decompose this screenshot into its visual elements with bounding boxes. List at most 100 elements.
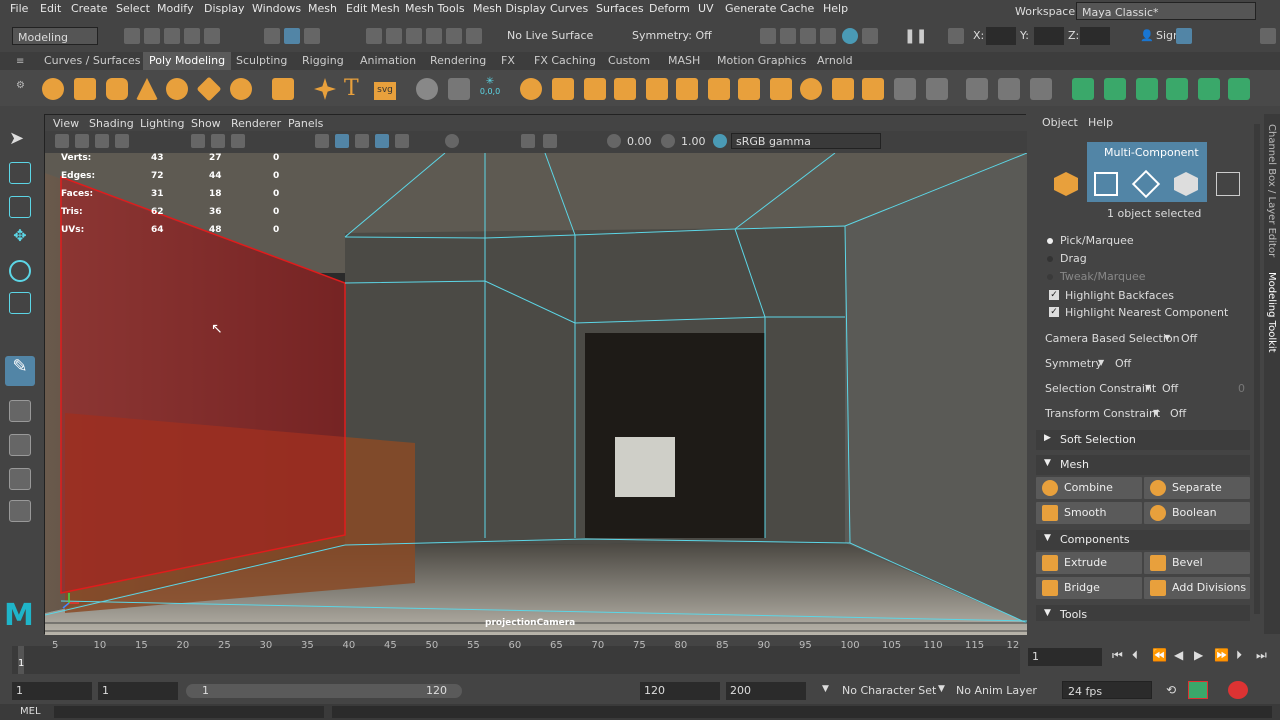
select-component-icon[interactable] xyxy=(304,28,320,44)
combine-button[interactable]: Combine xyxy=(1036,477,1142,499)
viewport-menu-renderer[interactable]: Renderer xyxy=(231,117,281,130)
menu-select[interactable]: Select xyxy=(116,2,150,15)
backfaces-checkbox[interactable]: ✓ xyxy=(1049,290,1059,300)
lasso-tool-icon[interactable] xyxy=(9,162,31,184)
wireframe-on-shaded-icon[interactable] xyxy=(355,134,369,148)
camera-attr-icon[interactable] xyxy=(75,134,89,148)
anim-start-field[interactable]: 1 xyxy=(98,682,178,700)
smooth-shade-icon[interactable] xyxy=(335,134,349,148)
bridge-button[interactable]: Bridge xyxy=(1036,577,1142,599)
pick-marquee-label[interactable]: Pick/Marquee xyxy=(1060,234,1134,247)
render-icon[interactable] xyxy=(780,28,796,44)
viewport-menu-panels[interactable]: Panels xyxy=(288,117,323,130)
separate-icon[interactable] xyxy=(552,78,574,100)
snap-surface-icon[interactable] xyxy=(446,28,462,44)
selection-constraint-arrow-icon[interactable]: ▼ xyxy=(1145,383,1151,392)
mirror-icon[interactable] xyxy=(448,78,470,100)
character-set-icon[interactable]: ▼ xyxy=(822,684,829,694)
attribute-editor-toggle-icon[interactable] xyxy=(1260,28,1276,44)
scale-tool-icon[interactable] xyxy=(9,292,31,314)
character-set-dropdown[interactable]: No Character Set xyxy=(842,684,936,697)
transform-mode-icon[interactable] xyxy=(948,28,964,44)
viewport-menu-lighting[interactable]: Lighting xyxy=(140,117,184,130)
anim-end-field[interactable]: 200 xyxy=(726,682,806,700)
menu-mesh-display[interactable]: Mesh Display xyxy=(473,2,546,15)
hypershade-icon[interactable] xyxy=(842,28,858,44)
shelf-tab-fx-caching[interactable]: FX Caching xyxy=(528,52,602,70)
start-time-field[interactable]: 1 xyxy=(12,682,92,700)
uv-editor-icon[interactable] xyxy=(1072,78,1094,100)
menu-edit[interactable]: Edit xyxy=(40,2,61,15)
mel-label[interactable]: MEL xyxy=(20,706,41,717)
average-vertices-icon[interactable] xyxy=(676,78,698,100)
viewport-menu-shading[interactable]: Shading xyxy=(89,117,134,130)
planar-map-icon[interactable] xyxy=(1104,78,1126,100)
ipr-render-icon[interactable] xyxy=(800,28,816,44)
menu-file[interactable]: File xyxy=(10,2,28,15)
highlight-backfaces-label[interactable]: Highlight Backfaces xyxy=(1065,289,1174,302)
lights-icon[interactable] xyxy=(395,134,409,148)
snap-live-icon[interactable] xyxy=(466,28,482,44)
x-field[interactable] xyxy=(986,27,1016,45)
snap-grid-icon[interactable] xyxy=(366,28,382,44)
tab-channel-box[interactable]: Channel Box / Layer Editor xyxy=(1266,124,1277,257)
object-mode-icon[interactable] xyxy=(1054,172,1078,196)
image-plane-icon[interactable] xyxy=(115,134,129,148)
shelf-tab-sculpting[interactable]: Sculpting xyxy=(230,52,293,70)
snap-view-icon[interactable] xyxy=(426,28,442,44)
open-scene-icon[interactable] xyxy=(144,28,160,44)
shelf-tab-animation[interactable]: Animation xyxy=(354,52,422,70)
multi-cut-icon[interactable] xyxy=(966,78,988,100)
poke-icon[interactable] xyxy=(894,78,916,100)
cylindrical-map-icon[interactable] xyxy=(1136,78,1158,100)
poly-plane-icon[interactable] xyxy=(196,76,222,102)
transform-constraint-arrow-icon[interactable]: ▼ xyxy=(1153,408,1159,417)
platonic-solid-icon[interactable] xyxy=(272,78,294,100)
smooth-icon[interactable] xyxy=(646,78,668,100)
booleans-icon[interactable] xyxy=(614,78,636,100)
wedge-icon[interactable] xyxy=(862,78,884,100)
symmetry-arrow-icon[interactable]: ▼ xyxy=(1098,358,1104,367)
time-slider[interactable]: 1 1 ⏮ ⏴ ⏪ ◀ ▶ ⏩ ⏵ ⏭ 5 10 15 20 25 30 35 40 45 50 5… xyxy=(0,640,1280,676)
y-field[interactable] xyxy=(1034,27,1064,45)
tab-object[interactable]: Object xyxy=(1042,116,1078,129)
menu-modify[interactable]: Modify xyxy=(157,2,193,15)
camera-selection-arrow-icon[interactable]: ▼ xyxy=(1164,333,1170,342)
menu-surfaces[interactable]: Surfaces xyxy=(596,2,644,15)
wireframe-icon[interactable] xyxy=(315,134,329,148)
gamma-icon[interactable] xyxy=(661,134,675,148)
user-icon[interactable]: 👤 xyxy=(1140,29,1154,42)
highlight-nearest-label[interactable]: Highlight Nearest Component xyxy=(1065,306,1228,319)
extrude-button[interactable]: Extrude xyxy=(1036,552,1142,574)
nearest-checkbox[interactable]: ✓ xyxy=(1049,307,1059,317)
redo-icon[interactable] xyxy=(204,28,220,44)
smooth-button[interactable]: Smooth xyxy=(1036,502,1142,524)
step-forward-key-icon[interactable]: ⏩ xyxy=(1214,648,1229,662)
super-shape-icon[interactable] xyxy=(314,78,336,100)
bevel-icon[interactable] xyxy=(770,78,792,100)
shelf-tab-curves-surfaces[interactable]: Curves / Surfaces xyxy=(38,52,147,70)
poly-cylinder-icon[interactable] xyxy=(106,78,128,100)
menu-mesh[interactable]: Mesh xyxy=(308,2,337,15)
shelf-settings-icon[interactable]: ⚙ xyxy=(16,80,25,91)
bridge-icon[interactable] xyxy=(708,78,730,100)
poly-disc-icon[interactable] xyxy=(230,78,252,100)
viewport-menu-view[interactable]: View xyxy=(53,117,79,130)
paint-select-icon[interactable] xyxy=(9,196,31,218)
anim-layer-dropdown[interactable]: No Anim Layer xyxy=(956,684,1037,697)
exposure-value[interactable]: 0.00 xyxy=(627,135,652,148)
go-to-start-icon[interactable]: ⏮ xyxy=(1112,648,1123,663)
auto-key-icon[interactable] xyxy=(1188,681,1208,699)
shelf-tab-poly-modeling[interactable]: Poly Modeling xyxy=(143,52,232,70)
menu-help[interactable]: Help xyxy=(823,2,848,15)
color-management-icon[interactable] xyxy=(713,134,727,148)
step-forward-frame-icon[interactable]: ⏵ xyxy=(1236,648,1242,663)
arnold-render-icon[interactable] xyxy=(862,28,878,44)
live-surface-label[interactable]: No Live Surface xyxy=(507,29,593,42)
xray-icon[interactable] xyxy=(543,134,557,148)
uv-mode-icon[interactable] xyxy=(1216,172,1240,196)
current-frame-field[interactable]: 1 xyxy=(1028,648,1102,666)
save-scene-icon[interactable] xyxy=(164,28,180,44)
tab-modeling-toolkit[interactable]: Modeling Toolkit xyxy=(1266,272,1277,353)
combine-icon[interactable] xyxy=(520,78,542,100)
